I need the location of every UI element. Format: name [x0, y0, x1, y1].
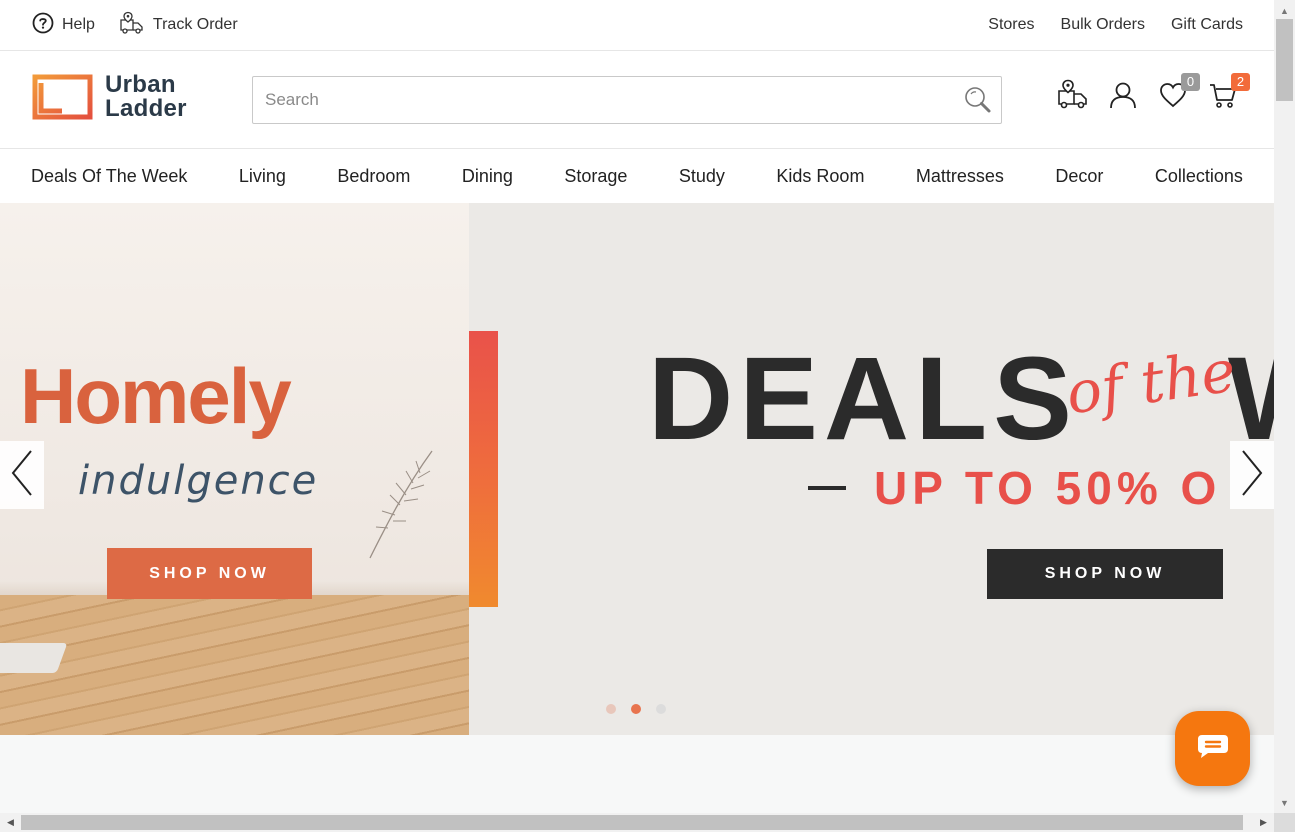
vertical-scrollbar[interactable]: ▲ ▼	[1274, 0, 1295, 813]
logo-line-1: Urban	[105, 71, 176, 98]
nav-item-living[interactable]: Living	[239, 166, 286, 187]
offer-line: UP TO 50% O	[808, 461, 1221, 515]
top-utility-left: Help Track Order	[32, 0, 238, 50]
nav-item-bedroom[interactable]: Bedroom	[337, 166, 410, 187]
gift-cards-link[interactable]: Gift Cards	[1171, 16, 1243, 34]
top-utility-right: Stores Bulk Orders Gift Cards	[988, 0, 1243, 50]
cart-count-badge: 2	[1231, 73, 1250, 91]
wooden-floor-image	[0, 595, 469, 735]
homely-indulgence-slide[interactable]: Homely indulgence SHOP NOW	[0, 203, 469, 735]
scroll-down-arrow-icon[interactable]: ▼	[1274, 794, 1295, 811]
scrollbar-corner	[1274, 813, 1295, 832]
category-nav: Deals Of The Week Living Bedroom Dining …	[0, 150, 1274, 203]
account-button[interactable]	[1108, 81, 1138, 113]
chat-widget-button[interactable]	[1175, 711, 1250, 786]
shop-now-deals-button[interactable]: SHOP NOW	[987, 549, 1223, 599]
horizontal-scrollbar[interactable]: ◀ ▶	[0, 813, 1274, 832]
nav-item-decor[interactable]: Decor	[1055, 166, 1103, 187]
stores-link[interactable]: Stores	[988, 16, 1034, 34]
scroll-right-arrow-icon[interactable]: ▶	[1255, 813, 1272, 832]
carousel-next-button[interactable]	[1230, 441, 1274, 509]
user-icon	[1108, 80, 1138, 115]
carousel-dot-2-active[interactable]	[631, 704, 641, 714]
hero-carousel: Homely indulgence SHOP NOW DEALSW of the…	[0, 203, 1274, 735]
carousel-dot-3[interactable]	[656, 704, 666, 714]
delivery-truck-icon	[119, 11, 145, 40]
nav-item-kids-room[interactable]: Kids Room	[776, 166, 864, 187]
vertical-scroll-thumb[interactable]	[1276, 19, 1293, 101]
main-header: Urban Ladder 0	[0, 51, 1274, 149]
nav-item-deals-of-the-week[interactable]: Deals Of The Week	[31, 166, 187, 187]
nav-item-mattresses[interactable]: Mattresses	[916, 166, 1004, 187]
rug-image	[0, 643, 68, 673]
indulgence-subheading: indulgence	[78, 458, 319, 504]
help-label: Help	[62, 16, 95, 33]
help-link[interactable]: Help	[32, 12, 95, 39]
search-input[interactable]	[253, 77, 943, 123]
header-icons: 0 2	[1057, 73, 1250, 116]
nav-item-storage[interactable]: Storage	[564, 166, 627, 187]
scroll-up-arrow-icon[interactable]: ▲	[1274, 2, 1295, 19]
nav-item-collections[interactable]: Collections	[1155, 166, 1243, 187]
search-box	[252, 76, 1002, 124]
logo-line-2: Ladder	[105, 95, 187, 122]
carousel-prev-button[interactable]	[0, 441, 44, 509]
chat-bubble-icon	[1196, 732, 1230, 765]
horizontal-scroll-thumb[interactable]	[21, 815, 1243, 830]
store-locator-button[interactable]	[1057, 79, 1089, 116]
truck-location-icon	[1057, 79, 1089, 116]
scroll-left-arrow-icon[interactable]: ◀	[2, 813, 19, 832]
shop-now-homely-button[interactable]: SHOP NOW	[107, 548, 312, 599]
offer-dash	[808, 486, 846, 490]
top-utility-bar: Help Track Order Stores Bulk Orders Gift…	[0, 0, 1274, 51]
deals-of-the-week-slide[interactable]: DEALSW of the UP TO 50% O SHOP NOW	[498, 203, 1274, 735]
homely-heading: Homely	[20, 352, 292, 440]
carousel-dot-1[interactable]	[606, 704, 616, 714]
urban-ladder-logo[interactable]: Urban Ladder	[32, 73, 187, 121]
logo-mark-icon	[32, 74, 93, 120]
twig-illustration	[369, 450, 433, 559]
offer-text: UP TO 50% O	[874, 462, 1222, 514]
nav-item-study[interactable]: Study	[679, 166, 725, 187]
content-below-hero	[0, 735, 1274, 813]
cart-button[interactable]: 2	[1208, 73, 1250, 113]
carousel-dots	[606, 704, 666, 714]
nav-item-dining[interactable]: Dining	[462, 166, 513, 187]
bulk-orders-link[interactable]: Bulk Orders	[1061, 16, 1145, 34]
logo-text: Urban Ladder	[105, 73, 187, 121]
wishlist-count-badge: 0	[1181, 73, 1200, 91]
deals-heading-main: DEALS	[648, 333, 1078, 465]
gradient-divider-bar	[469, 331, 498, 607]
chevron-right-icon	[1239, 448, 1265, 503]
track-order-link[interactable]: Track Order	[119, 11, 238, 40]
help-circle-icon	[32, 12, 54, 39]
track-order-label: Track Order	[152, 16, 238, 33]
chevron-left-icon	[9, 448, 35, 503]
search-icon[interactable]	[963, 85, 993, 120]
wishlist-button[interactable]: 0	[1158, 73, 1200, 113]
